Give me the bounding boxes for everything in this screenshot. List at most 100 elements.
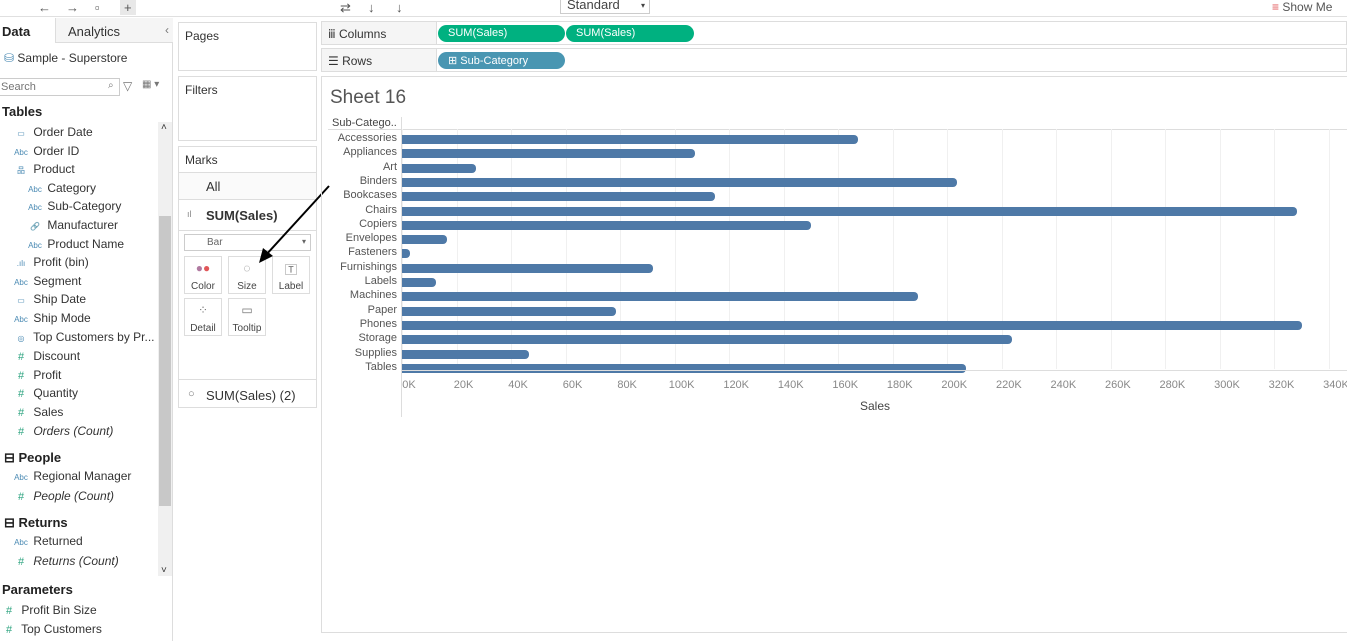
- category-label: Bookcases: [343, 189, 397, 202]
- bar-fasteners[interactable]: [402, 249, 411, 259]
- gridline: [1056, 129, 1058, 369]
- bar-chairs[interactable]: [402, 206, 1298, 216]
- bar-tables[interactable]: [402, 363, 967, 373]
- field-item[interactable]: # Returns (Count): [12, 554, 119, 572]
- back-icon[interactable]: ←: [38, 0, 51, 15]
- circle-icon: ○: [188, 388, 195, 400]
- rows-shelf[interactable]: ☰ Rows ⊞ Sub-Category: [321, 48, 1347, 72]
- field-item[interactable]: # Profit: [12, 368, 61, 386]
- bar-copiers[interactable]: [402, 220, 811, 230]
- pages-card[interactable]: Pages: [178, 22, 317, 71]
- x-tick-label: 0K: [402, 379, 416, 391]
- tab-data[interactable]: Data: [2, 24, 30, 39]
- bar-bookcases[interactable]: [402, 192, 716, 202]
- color-button[interactable]: ●● Color: [184, 256, 222, 294]
- category-label: Machines: [349, 289, 397, 302]
- gridline: [1219, 129, 1221, 369]
- field-item[interactable]: Abc Order ID: [12, 144, 79, 162]
- bar-appliances[interactable]: [402, 149, 696, 159]
- category-label: Chairs: [365, 203, 397, 216]
- x-tick-label: 340K: [1323, 379, 1347, 391]
- gridline: [729, 129, 731, 369]
- field-item[interactable]: 品 Product: [12, 162, 75, 180]
- tables-header: Tables: [2, 104, 43, 119]
- sort-desc-icon[interactable]: ↓: [396, 0, 403, 15]
- bar-binders[interactable]: [402, 177, 957, 187]
- detail-button[interactable]: ⁘ Detail: [184, 298, 222, 336]
- scrollbar[interactable]: ˄ ˅: [158, 122, 172, 576]
- measure-icon: #: [17, 351, 25, 364]
- tooltip-button[interactable]: ▭ Tooltip: [228, 298, 266, 336]
- gridline: [511, 129, 513, 369]
- fit-select[interactable]: Standard ▾: [560, 0, 650, 14]
- field-item[interactable]: ◎ Top Customers by Pr...: [12, 330, 155, 348]
- sort-asc-icon[interactable]: ↓: [368, 0, 375, 15]
- field-item[interactable]: Abc Segment: [12, 274, 81, 292]
- link-icon: 🔗: [30, 222, 40, 231]
- field-item[interactable]: Abc Sub-Category: [26, 199, 121, 217]
- scroll-down-icon[interactable]: ˅: [161, 565, 167, 576]
- bar-labels[interactable]: [402, 278, 437, 287]
- field-item[interactable]: .ılı Profit (bin): [12, 255, 89, 273]
- abc-icon: Abc: [14, 538, 28, 547]
- parameter-item[interactable]: # Profit Bin Size: [0, 603, 97, 621]
- bar-supplies[interactable]: [402, 349, 530, 359]
- bar-furnishings[interactable]: [402, 263, 653, 273]
- gridline: [1110, 129, 1112, 369]
- abc-icon: Abc: [28, 240, 42, 250]
- measure-icon: #: [5, 624, 13, 636]
- measure-icon: #: [17, 369, 25, 382]
- field-item[interactable]: 🔗 Manufacturer: [26, 218, 118, 236]
- color-icon: ●●: [195, 261, 211, 275]
- filter-icon[interactable]: ▽: [123, 79, 132, 93]
- x-tick-label: 260K: [1105, 379, 1131, 391]
- bar-phones[interactable]: [402, 320, 1302, 330]
- collapse-icon[interactable]: ‹: [165, 23, 169, 37]
- search-input[interactable]: [0, 78, 120, 96]
- x-tick-label: 60K: [562, 379, 583, 391]
- abc-icon: Abc: [14, 473, 28, 482]
- field-item[interactable]: ▭ Ship Date: [12, 292, 86, 310]
- swap-icon[interactable]: ⇄: [340, 0, 351, 16]
- gridline: [674, 129, 676, 369]
- field-item[interactable]: # Sales: [12, 405, 63, 423]
- bar-machines[interactable]: [402, 292, 918, 302]
- field-item[interactable]: ▭ Order Date: [12, 125, 92, 143]
- datasource[interactable]: ⛁ Sample - Superstore: [4, 51, 127, 65]
- tab-analytics[interactable]: Analytics ‹: [55, 18, 173, 43]
- marks-sum-sales-2[interactable]: ○ SUM(Sales) (2): [179, 379, 316, 409]
- show-me-button[interactable]: ≡ Show Me: [1272, 0, 1332, 14]
- field-item[interactable]: Abc Category: [26, 181, 96, 199]
- filters-card[interactable]: Filters: [178, 76, 317, 141]
- gridline: [1165, 129, 1167, 369]
- field-item[interactable]: Abc Regional Manager: [12, 469, 131, 487]
- field-item[interactable]: # Orders (Count): [12, 424, 113, 442]
- field-item[interactable]: Abc Returned: [12, 534, 83, 552]
- field-item[interactable]: # People (Count): [12, 489, 114, 507]
- row-pill[interactable]: ⊞ Sub-Category: [438, 52, 565, 69]
- view-options-icon[interactable]: ▦ ▾: [142, 79, 159, 90]
- column-pill[interactable]: SUM(Sales): [566, 25, 694, 42]
- field-item[interactable]: Abc Product Name: [26, 237, 124, 255]
- bar-paper[interactable]: [402, 306, 617, 316]
- columns-shelf[interactable]: ⅲ Columns SUM(Sales) SUM(Sales): [321, 21, 1347, 45]
- search-icon: ⌕: [108, 80, 114, 91]
- category-label: Phones: [359, 317, 397, 330]
- gridline: [892, 129, 894, 369]
- field-item[interactable]: # Quantity: [12, 386, 78, 404]
- bar-storage[interactable]: [402, 335, 1013, 345]
- scroll-up-icon[interactable]: ˄: [161, 122, 167, 133]
- new-datasource-icon[interactable]: +: [120, 0, 136, 15]
- field-item[interactable]: Abc Ship Mode: [12, 311, 91, 329]
- column-pill[interactable]: SUM(Sales): [438, 25, 565, 42]
- bar-accessories[interactable]: [402, 135, 859, 144]
- parameter-item[interactable]: # Top Customers: [0, 622, 102, 640]
- bar-art[interactable]: [402, 163, 476, 173]
- bin-icon: .ılı: [16, 259, 26, 269]
- bar-envelopes[interactable]: [402, 235, 447, 245]
- scrollbar-thumb[interactable]: [159, 216, 171, 506]
- date-icon: ▭: [17, 129, 25, 138]
- forward-icon[interactable]: →: [66, 0, 79, 15]
- field-item[interactable]: # Discount: [12, 349, 80, 367]
- save-icon[interactable]: ▫: [95, 0, 100, 15]
